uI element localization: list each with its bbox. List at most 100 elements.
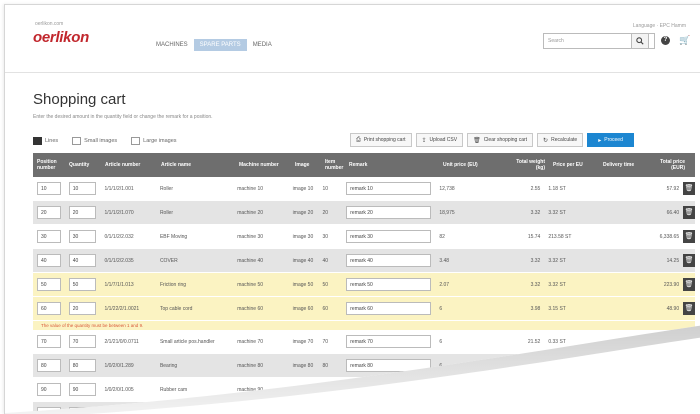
image-ref: image 90: [292, 386, 314, 393]
col-article-number[interactable]: Article number: [101, 162, 157, 168]
col-delivery[interactable]: Delivery time: [599, 162, 653, 168]
col-price-per[interactable]: Price per EU: [549, 162, 599, 168]
unit-price: 82: [439, 233, 445, 240]
delete-row-icon[interactable]: 🗑: [683, 335, 695, 348]
total-price-cell: 14.25: [647, 258, 683, 264]
total-weight-cell: 3.32: [501, 210, 545, 216]
nav-spare-parts[interactable]: SPARE PARTS: [193, 39, 247, 51]
position-input[interactable]: 50: [37, 278, 61, 291]
quantity-input[interactable]: 30: [68, 230, 97, 243]
remark-input[interactable]: remark 60: [346, 302, 432, 315]
delete-row-icon[interactable]: 🗑: [683, 359, 695, 372]
quantity-input[interactable]: 50: [68, 278, 97, 291]
position-input[interactable]: 60: [37, 302, 61, 315]
col-total-price[interactable]: Total price (EUR): [653, 159, 689, 171]
price-per: 30.25 ST: [548, 386, 569, 393]
quantity-input[interactable]: 20: [68, 206, 97, 219]
article-name-cell: Rubber cam: [156, 387, 233, 393]
total-weight: 0.78: [530, 362, 541, 369]
nav-machines[interactable]: MACHINES: [150, 39, 194, 51]
delete-row-icon[interactable]: 🗑: [683, 182, 695, 195]
quantity-input[interactable]: 100: [68, 407, 97, 414]
machine-number-cell: machine 10: [233, 186, 288, 192]
delete-row-icon[interactable]: 🗑: [683, 206, 695, 219]
col-machine-number[interactable]: Machine number: [235, 162, 291, 168]
position-input[interactable]: 30: [37, 230, 61, 243]
price-per: 213.58 ST: [548, 233, 572, 240]
col-image[interactable]: Image: [291, 162, 321, 168]
position-input[interactable]: 40: [37, 254, 61, 267]
remark-input[interactable]: remark 30: [346, 230, 432, 243]
nav-media[interactable]: MEDIA: [247, 39, 278, 51]
col-item-number[interactable]: Item number: [321, 159, 345, 171]
image-ref: image 10: [292, 185, 314, 192]
remark-input[interactable]: remark 50: [346, 278, 432, 291]
cart-icon[interactable]: 🛒: [679, 35, 690, 46]
remark-input[interactable]: remark 80: [346, 359, 432, 372]
item-number-cell: 20: [318, 210, 342, 216]
quantity-input[interactable]: 40: [68, 254, 97, 267]
image-ref-cell: image 30: [289, 234, 319, 240]
price-per-cell: 213.58 ST: [544, 234, 594, 240]
col-position[interactable]: Position number: [33, 159, 65, 171]
article-name-cell: Roller: [156, 186, 233, 192]
item-number: 60: [322, 305, 328, 312]
help-icon[interactable]: ?: [661, 36, 670, 45]
image-ref: image 30: [292, 233, 314, 240]
image-ref-cell: image 40: [289, 258, 319, 264]
position-input[interactable]: 20: [37, 206, 61, 219]
delete-row-icon[interactable]: 🗑: [683, 383, 695, 396]
search-button[interactable]: [631, 33, 649, 49]
remark-input[interactable]: [346, 406, 432, 414]
oerlikon-logo[interactable]: oerlikon: [33, 29, 89, 46]
remark-input[interactable]: remark 40: [346, 254, 432, 267]
position-input[interactable]: 100: [37, 407, 61, 414]
unit-price-cell: 6: [435, 363, 500, 369]
delete-row-icon[interactable]: 🗑: [683, 230, 695, 243]
delete-row-icon[interactable]: 🗑: [683, 407, 695, 414]
view-small-images[interactable]: Small images: [72, 137, 117, 145]
article-number-cell: 1/1/1/2/1.070: [100, 210, 155, 216]
view-lines[interactable]: Lines: [33, 137, 58, 145]
list-view-icon: [33, 137, 42, 145]
proceed-button[interactable]: ▸ Proceed: [587, 133, 634, 147]
quantity-input[interactable]: 70: [68, 335, 97, 348]
position-input[interactable]: 80: [37, 359, 61, 372]
total-price: 0.89: [669, 338, 680, 345]
remark-input[interactable]: remark 20: [346, 206, 432, 219]
table-row: 90 90 1/0/2/0/1.005 Rubber cam machine 90 ima…: [33, 378, 695, 402]
page-title: Shopping cart: [33, 91, 126, 108]
unit-price: 6: [439, 305, 443, 312]
item-number: 100: [322, 410, 331, 414]
position-input[interactable]: 90: [37, 383, 61, 396]
col-quantity[interactable]: Quantity: [65, 162, 101, 168]
quantity-input[interactable]: 10: [68, 182, 97, 195]
position-input[interactable]: 10: [37, 182, 61, 195]
image-ref-cell: image: [289, 411, 319, 414]
quantity-input[interactable]: 80: [68, 359, 97, 372]
col-remark[interactable]: Remark: [345, 162, 439, 168]
remark-input-cell: remark 40: [342, 254, 435, 267]
clear-cart-button[interactable]: 🗑 Clear shopping cart: [467, 133, 534, 147]
total-price-cell: 57.92: [647, 186, 683, 192]
upload-csv-button[interactable]: ⇪ Upload CSV: [415, 133, 464, 147]
article-name: EBF Moving: [159, 233, 188, 240]
view-large-images[interactable]: Large images: [131, 137, 177, 145]
col-unit-price[interactable]: Unit price (EU): [439, 162, 505, 168]
top-links[interactable]: Language · EPC Hamm: [633, 23, 686, 29]
delete-row-icon[interactable]: 🗑: [683, 254, 695, 267]
remark-input[interactable]: remark 70: [346, 335, 432, 348]
recalculate-button[interactable]: ↻ Recalculate: [537, 133, 584, 147]
total-weight-cell: 15.74: [501, 234, 545, 240]
position-input[interactable]: 70: [37, 335, 61, 348]
remark-input[interactable]: remark 90: [346, 383, 432, 396]
col-total-weight[interactable]: Total weight (kg): [505, 159, 549, 171]
delete-row-icon[interactable]: 🗑: [683, 302, 695, 315]
delete-row-icon[interactable]: 🗑: [683, 278, 695, 291]
col-article-name[interactable]: Article name: [157, 162, 235, 168]
remark-input[interactable]: remark 10: [346, 182, 432, 195]
print-cart-button[interactable]: ⎙ Print shopping cart: [350, 133, 412, 147]
quantity-input[interactable]: 20: [68, 302, 97, 315]
quantity-input[interactable]: 90: [68, 383, 97, 396]
image-ref: image 60: [292, 305, 314, 312]
